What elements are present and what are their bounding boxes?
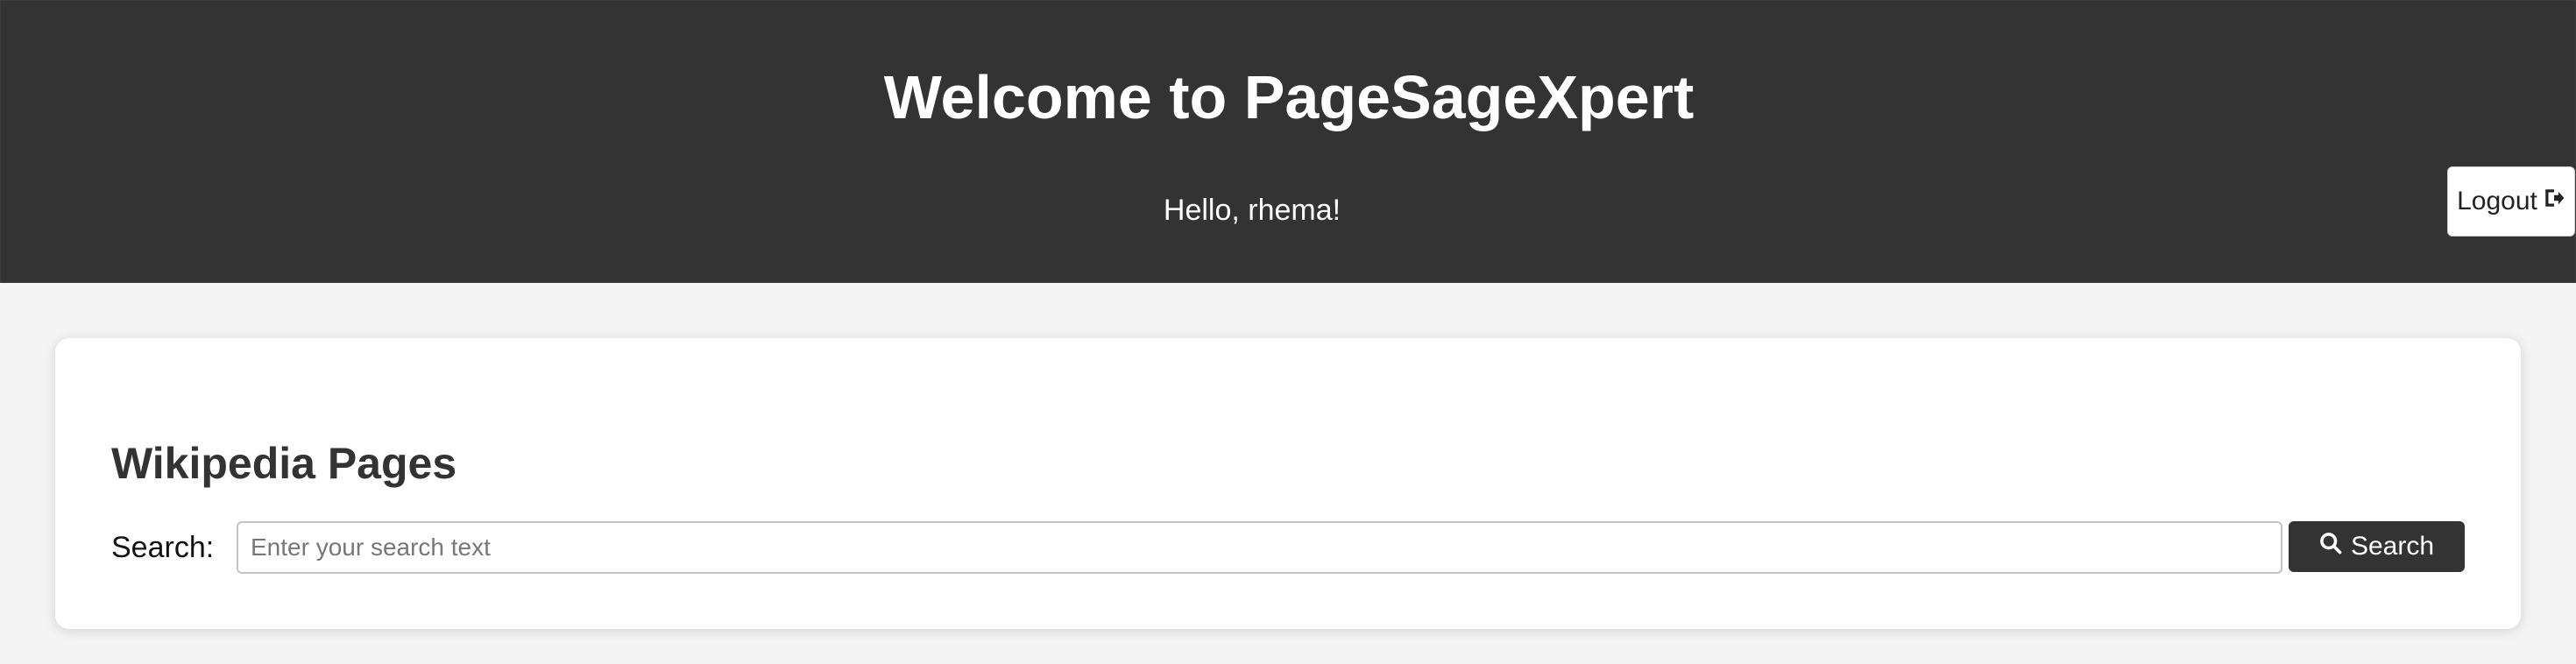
- user-greeting: Hello, rhema!: [1163, 194, 1341, 227]
- search-label: Search:: [111, 531, 215, 564]
- page-title: Welcome to PageSageXpert: [883, 63, 1695, 131]
- section-heading: Wikipedia Pages: [111, 439, 457, 488]
- search-button-label: Search: [2350, 532, 2435, 561]
- sign-out-icon: [2543, 187, 2565, 216]
- site-header: Welcome to PageSageXpert Hello, rhema! L…: [0, 0, 2576, 283]
- logout-button[interactable]: Logout: [2447, 166, 2575, 237]
- search-icon: [2319, 532, 2342, 562]
- wikipedia-pages-card: Wikipedia Pages Search: Search: [55, 338, 2521, 629]
- search-input[interactable]: [237, 521, 2282, 574]
- logout-label: Logout: [2457, 187, 2537, 215]
- search-button[interactable]: Search: [2289, 521, 2465, 572]
